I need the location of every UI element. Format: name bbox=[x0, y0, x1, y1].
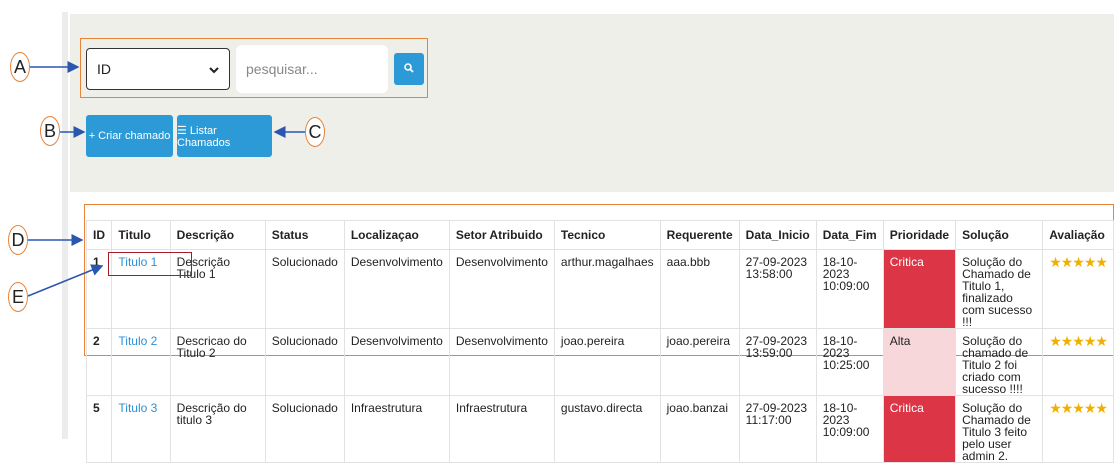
annotation-arrows bbox=[27, 61, 305, 297]
callout-d: D bbox=[8, 225, 28, 255]
callout-a: A bbox=[10, 52, 30, 82]
callout-b: B bbox=[40, 116, 60, 146]
callout-e: E bbox=[8, 282, 28, 312]
callout-c: C bbox=[305, 117, 325, 147]
